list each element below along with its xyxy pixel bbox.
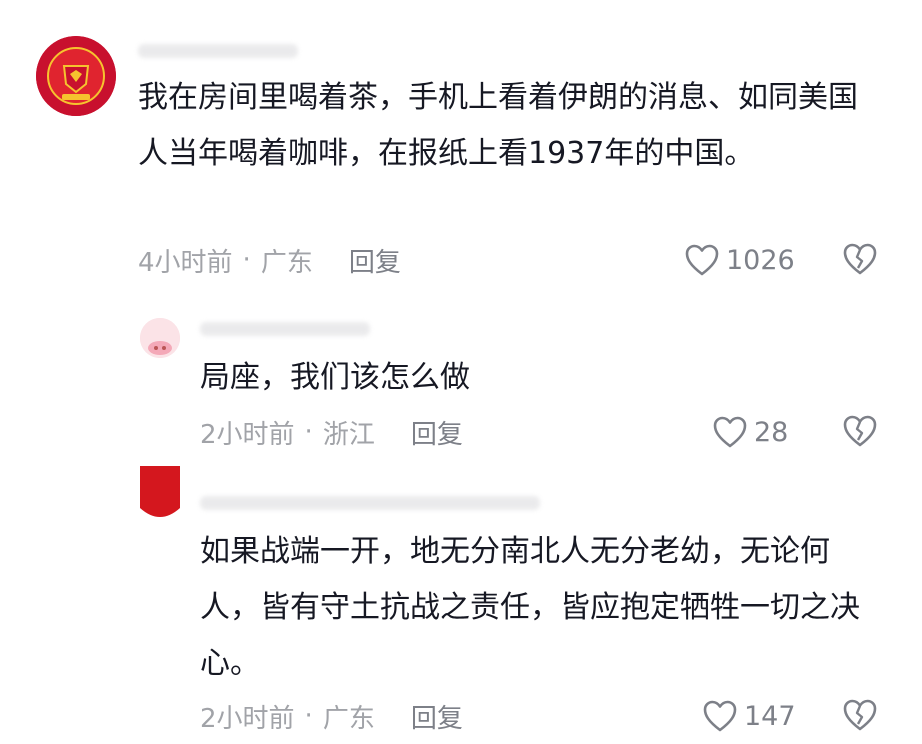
avatar[interactable] bbox=[36, 36, 116, 116]
avatar[interactable] bbox=[140, 466, 180, 524]
like-button[interactable]: 1026 bbox=[684, 240, 795, 280]
reply-button[interactable]: 回复 bbox=[411, 414, 463, 451]
club-crest-icon bbox=[36, 36, 116, 116]
username[interactable] bbox=[200, 496, 540, 510]
broken-heart-icon bbox=[843, 243, 877, 275]
heart-outline-icon bbox=[685, 244, 719, 276]
reply-button[interactable]: 回复 bbox=[349, 242, 401, 279]
comment-meta: 4小时前 · 广东 回复 bbox=[138, 240, 401, 280]
separator: · bbox=[242, 245, 251, 275]
dislike-button[interactable] bbox=[842, 414, 878, 452]
comment-time: 4小时前 bbox=[138, 247, 233, 278]
comment-text: 局座，我们该怎么做 bbox=[200, 360, 470, 395]
comment-location: 广东 bbox=[260, 247, 313, 278]
comment-text: 我在房间里喝着茶，手机上看着伊朗的消息、如同美国人当年喝着咖啡，在报纸上看193… bbox=[138, 80, 858, 171]
like-count: 1026 bbox=[726, 244, 795, 276]
comment-time: 2小时前 bbox=[200, 419, 295, 450]
reply-button[interactable]: 回复 bbox=[411, 698, 463, 735]
dislike-button[interactable] bbox=[842, 242, 878, 280]
heart-outline-icon bbox=[703, 700, 737, 732]
pig-icon bbox=[140, 318, 180, 358]
like-count: 147 bbox=[744, 700, 796, 732]
like-button[interactable]: 147 bbox=[702, 696, 796, 736]
like-button[interactable]: 28 bbox=[712, 412, 788, 452]
dislike-button[interactable] bbox=[842, 698, 878, 736]
comment-text: 如果战端一开，地无分南北人无分老幼，无论何人，皆有守土抗战之责任，皆应抱定牺牲一… bbox=[200, 534, 860, 681]
comment-time: 2小时前 bbox=[200, 703, 295, 734]
avatar[interactable] bbox=[140, 318, 180, 358]
broken-heart-icon bbox=[843, 699, 877, 731]
red-flag-icon bbox=[140, 466, 180, 524]
comment-location: 浙江 bbox=[322, 419, 375, 450]
heart-outline-icon bbox=[713, 416, 747, 448]
comment-meta: 2小时前 · 广东 回复 bbox=[200, 696, 463, 736]
separator: · bbox=[304, 417, 313, 447]
like-count: 28 bbox=[754, 416, 789, 448]
separator: · bbox=[304, 701, 313, 731]
comment-meta: 2小时前 · 浙江 回复 bbox=[200, 412, 463, 452]
comment-location: 广东 bbox=[322, 703, 375, 734]
broken-heart-icon bbox=[843, 415, 877, 447]
username[interactable] bbox=[138, 44, 298, 58]
username[interactable] bbox=[200, 322, 370, 336]
